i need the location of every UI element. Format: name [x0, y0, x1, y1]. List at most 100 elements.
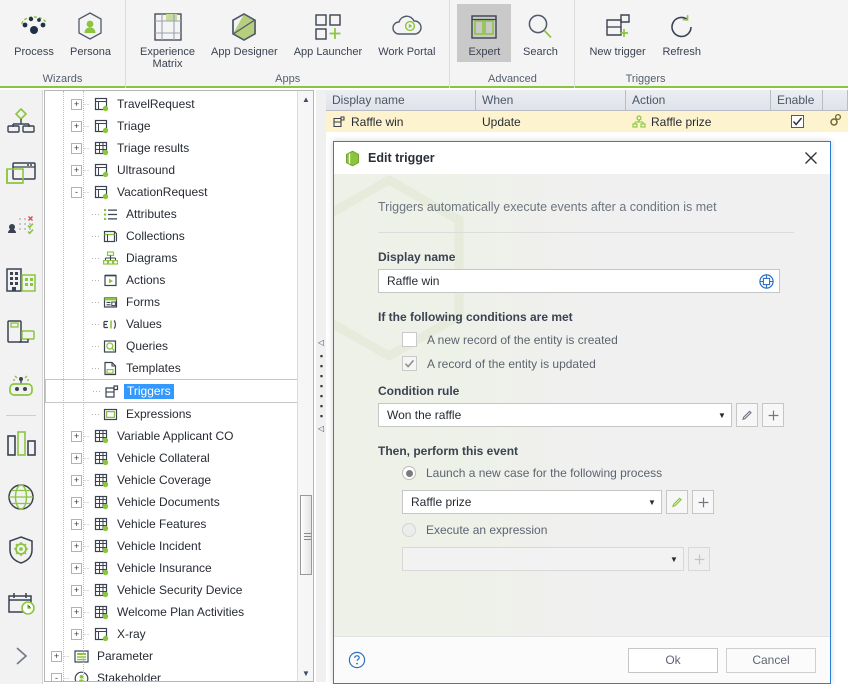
chevron-down-icon[interactable]: ▼ — [665, 555, 683, 564]
execute-expression-radio[interactable] — [402, 523, 416, 537]
expand-node-icon[interactable]: + — [71, 606, 82, 618]
ribbon-button-refresh[interactable]: Refresh — [655, 4, 709, 62]
ribbon-button-app-designer[interactable]: App Designer — [204, 4, 285, 62]
ribbon-button-search[interactable]: Search — [513, 4, 567, 62]
cell-settings[interactable] — [823, 111, 848, 132]
cancel-button[interactable]: Cancel — [726, 647, 816, 673]
expand-node-icon[interactable]: + — [71, 98, 82, 110]
search-icon — [525, 8, 555, 46]
expand-node-icon[interactable]: + — [71, 562, 82, 574]
chevron-right-icon — [9, 644, 33, 671]
scroll-down-button[interactable]: ▼ — [298, 665, 313, 681]
close-icon[interactable] — [798, 145, 824, 171]
scroll-up-button[interactable]: ▲ — [298, 91, 313, 107]
chevron-down-icon[interactable]: ▼ — [713, 411, 731, 420]
rail-item-scheduler[interactable] — [1, 578, 41, 631]
enable-checkbox[interactable] — [790, 115, 804, 128]
integrations-icon — [5, 482, 37, 515]
splitter-collapse-right-icon[interactable]: ◁ — [318, 425, 324, 433]
panel-splitter[interactable]: ◁ ▪▪▪▪▪▪▪ ◁ — [316, 90, 327, 682]
rail-item-reports[interactable] — [1, 419, 41, 472]
entity-tree[interactable]: + ·· TravelRequest + ·· Triage + ·· Triage resul… — [45, 91, 298, 681]
grid-column-header[interactable]: Action — [626, 90, 771, 110]
tree-scrollbar[interactable]: ▲ ▼ — [297, 91, 313, 681]
chevron-down-icon[interactable]: ▼ — [643, 498, 661, 507]
expand-node-icon[interactable]: + — [71, 496, 82, 508]
experience-matrix-icon — [152, 8, 184, 46]
rail-item-organization[interactable] — [1, 255, 41, 308]
process-icon — [17, 8, 51, 46]
display-name-field[interactable]: Raffle win — [378, 269, 780, 293]
tree-node-label: Vehicle Documents — [117, 494, 220, 509]
ribbon-button-expert[interactable]: Expert — [457, 4, 512, 62]
ribbon-button-new-trigger[interactable]: New trigger — [582, 4, 652, 62]
collapse-node-icon[interactable]: - — [71, 186, 82, 198]
process-select[interactable]: Raffle prize ▼ — [402, 490, 662, 514]
multilanguage-icon[interactable] — [753, 270, 779, 292]
ribbon-button-work-portal[interactable]: Work Portal — [371, 4, 442, 62]
condition-rule-add-button[interactable] — [762, 403, 784, 427]
rail-item-devices[interactable] — [1, 308, 41, 361]
tree-node-label: Triggers — [124, 383, 174, 399]
tree-node-label: Triage results — [117, 140, 190, 155]
ok-button[interactable]: Ok — [628, 647, 718, 673]
ribbon-button-label: Search — [523, 46, 558, 58]
gear-small-icon[interactable] — [829, 113, 843, 130]
rail-item-interfaces[interactable] — [1, 149, 41, 202]
tree-connector: ··· — [91, 275, 100, 285]
rail-item-security[interactable] — [1, 525, 41, 578]
cell-enable[interactable] — [771, 111, 823, 132]
expand-node-icon[interactable]: + — [71, 120, 82, 132]
expand-node-icon[interactable]: + — [51, 650, 62, 662]
expand-node-icon[interactable]: + — [71, 628, 82, 640]
execute-expression-row[interactable]: Execute an expression — [402, 523, 802, 537]
rail-item-expand[interactable] — [1, 631, 41, 684]
expand-node-icon[interactable]: + — [71, 452, 82, 464]
rail-item-integrations[interactable] — [1, 472, 41, 525]
ribbon-button-process[interactable]: Process — [7, 4, 61, 62]
expand-node-icon[interactable]: + — [71, 142, 82, 154]
expand-node-icon[interactable]: + — [71, 518, 82, 530]
rail-item-bot[interactable] — [1, 361, 41, 414]
table-row[interactable]: Raffle win Update Raffle prize — [326, 111, 848, 132]
grid-column-header[interactable]: When — [476, 90, 626, 110]
process-edit-button[interactable] — [666, 490, 688, 514]
condition-rule-select[interactable]: Won the raffle ▼ — [378, 403, 732, 427]
rail-item-rules[interactable] — [1, 202, 41, 255]
ribbon-button-label: Work Portal — [378, 46, 436, 58]
expand-node-icon[interactable]: + — [71, 430, 82, 442]
expand-node-icon[interactable]: + — [71, 474, 82, 486]
cell-action: Raffle prize — [626, 111, 771, 132]
condition-created-row[interactable]: A new record of the entity is created — [402, 332, 802, 347]
grid-column-header[interactable] — [823, 90, 848, 110]
expand-node-icon[interactable]: + — [71, 584, 82, 596]
dialog-body: Triggers automatically execute events af… — [334, 174, 830, 637]
expand-node-icon[interactable]: + — [71, 540, 82, 552]
grid-column-header[interactable]: Enable — [771, 90, 823, 110]
process-add-button[interactable] — [692, 490, 714, 514]
launch-case-row[interactable]: Launch a new case for the following proc… — [402, 466, 802, 480]
help-icon[interactable] — [348, 651, 366, 669]
process-row: Raffle prize ▼ — [402, 490, 802, 514]
ribbon-group-label: Advanced — [487, 73, 537, 85]
process-small-icon — [632, 114, 646, 129]
dialog-subtitle: Triggers automatically execute events af… — [378, 200, 717, 214]
ribbon-button-persona[interactable]: Persona — [63, 4, 118, 62]
expression-select[interactable]: ▼ — [402, 547, 684, 571]
expression-add-button[interactable] — [688, 547, 710, 571]
ribbon-button-app-launcher[interactable]: App Launcher — [287, 4, 370, 62]
display-name-input[interactable]: Raffle win — [379, 274, 753, 288]
scroll-thumb[interactable] — [300, 495, 312, 575]
condition-created-checkbox[interactable] — [402, 332, 417, 347]
grid-column-header[interactable]: Display name — [326, 90, 476, 110]
splitter-collapse-left-icon[interactable]: ◁ — [318, 339, 324, 347]
expand-node-icon[interactable]: + — [71, 164, 82, 176]
condition-updated-row[interactable]: A record of the entity is updated — [402, 356, 802, 371]
ribbon-button-experience-matrix[interactable]: Experience Matrix — [133, 4, 202, 73]
condition-updated-checkbox[interactable] — [402, 356, 417, 371]
rail-item-processes[interactable] — [1, 96, 41, 149]
launch-case-radio[interactable] — [402, 466, 416, 480]
entity-icon — [93, 184, 110, 200]
collapse-node-icon[interactable]: - — [51, 672, 62, 681]
condition-rule-edit-button[interactable] — [736, 403, 758, 427]
